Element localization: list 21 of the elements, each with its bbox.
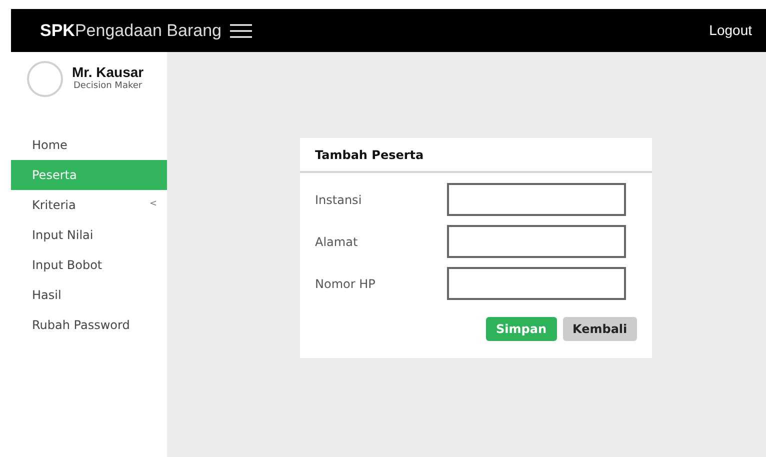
field-label: Instansi xyxy=(315,192,363,208)
input-field[interactable] xyxy=(447,183,626,216)
field-label: Nomor HP xyxy=(315,276,376,292)
app-title: SPKPengadaan Barang xyxy=(40,20,222,42)
logout-link[interactable]: Logout xyxy=(709,20,752,41)
sidebar-item[interactable]: Kriteria < xyxy=(11,190,167,220)
field-label: Alamat xyxy=(315,234,359,250)
input-field[interactable] xyxy=(447,225,626,258)
sidebar-item[interactable]: Input Nilai xyxy=(11,220,167,250)
sidebar-item[interactable]: Home xyxy=(11,130,167,160)
input-field[interactable] xyxy=(447,267,626,300)
sidebar-item[interactable]: Hasil xyxy=(11,280,167,310)
sidebar-item[interactable]: Input Bobot xyxy=(11,250,167,280)
avatar xyxy=(27,61,63,97)
back-button[interactable]: Kembali xyxy=(562,317,638,341)
form-title: Tambah Peserta xyxy=(315,146,424,164)
caret-icon: < xyxy=(149,198,157,212)
user-name: Mr. Kausar xyxy=(72,64,144,80)
menu-icon[interactable] xyxy=(230,24,252,38)
sidebar-item[interactable]: Rubah Password xyxy=(11,310,167,340)
user-role: Decision Maker xyxy=(74,80,142,94)
